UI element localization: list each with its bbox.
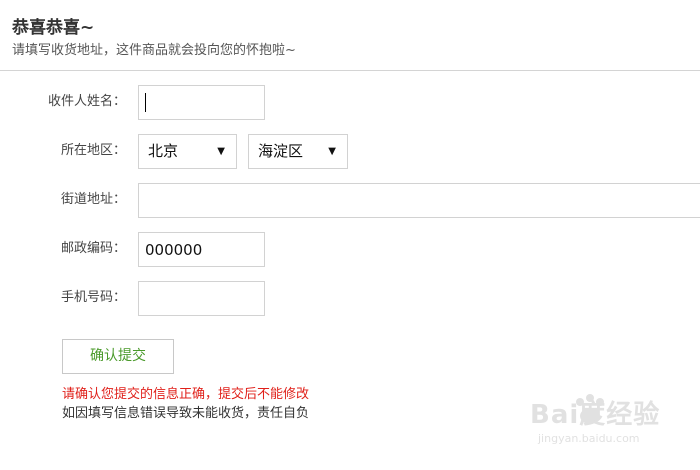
page-title: 恭喜恭喜~ bbox=[12, 18, 95, 38]
page-subtitle: 请填写收货地址，这件商品就会投向您的怀抱啦~ bbox=[12, 43, 296, 58]
phone-number-label: 手机号码： bbox=[60, 290, 126, 305]
warning-notice: 请确认您提交的信息正确，提交后不能修改 bbox=[62, 387, 310, 402]
phone-number-input[interactable] bbox=[138, 281, 265, 316]
street-address-input[interactable] bbox=[138, 183, 700, 218]
baidu-jingyan-watermark: Bai度经验 jingyan.baidu.com bbox=[530, 392, 690, 452]
zip-code-input[interactable] bbox=[138, 232, 265, 267]
region-label: 所在地区： bbox=[60, 143, 126, 158]
city-select-value: 北京 bbox=[148, 142, 179, 160]
watermark-url-text: jingyan.baidu.com bbox=[538, 432, 640, 445]
dropdown-arrow-icon: ▼ bbox=[328, 146, 336, 157]
recipient-name-label: 收件人姓名： bbox=[47, 94, 126, 109]
city-select[interactable]: 北京 ▼ bbox=[138, 134, 237, 169]
responsibility-notice: 如因填写信息错误导致未能收货，责任自负 bbox=[62, 406, 310, 421]
zip-code-label: 邮政编码： bbox=[60, 241, 126, 256]
text-caret bbox=[145, 93, 146, 112]
district-select-value: 海淀区 bbox=[258, 142, 304, 160]
street-address-label: 街道地址： bbox=[60, 192, 126, 207]
dropdown-arrow-icon: ▼ bbox=[217, 146, 225, 157]
watermark-brand-text: Bai度经验 bbox=[530, 400, 661, 430]
header-divider bbox=[0, 70, 700, 71]
recipient-name-input[interactable] bbox=[138, 85, 265, 120]
district-select[interactable]: 海淀区 ▼ bbox=[248, 134, 348, 169]
submit-button[interactable]: 确认提交 bbox=[62, 339, 174, 374]
address-form-page: 恭喜恭喜~ 请填写收货地址，这件商品就会投向您的怀抱啦~ 收件人姓名： 所在地区… bbox=[0, 0, 700, 470]
